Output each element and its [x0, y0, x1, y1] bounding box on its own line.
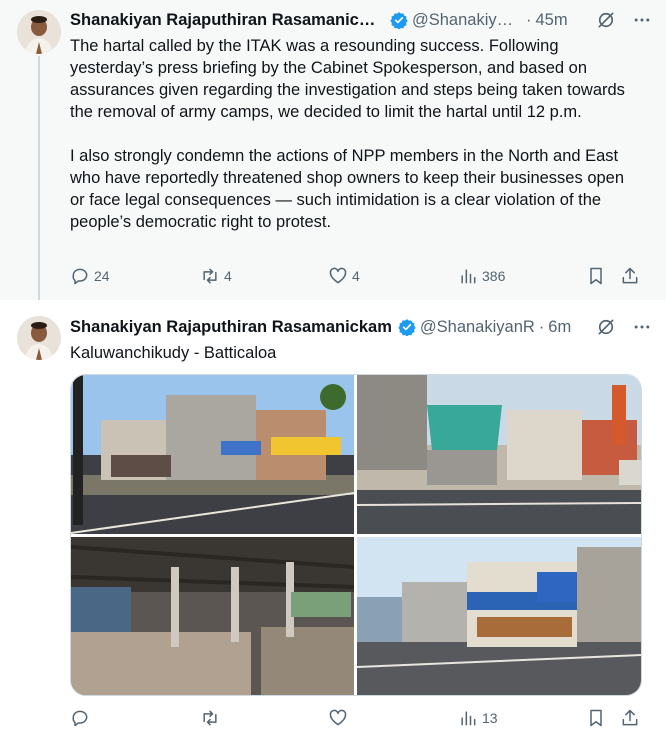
tweet-actions: 13	[70, 708, 640, 732]
repost-button[interactable]	[200, 708, 224, 728]
like-icon	[329, 709, 347, 726]
grok-icon[interactable]	[596, 317, 616, 337]
verified-badge-icon	[390, 12, 408, 29]
bookmark-icon	[590, 709, 602, 727]
photo-market-hall[interactable]	[71, 537, 354, 695]
repost-icon	[203, 268, 217, 284]
like-button[interactable]: 4	[328, 266, 360, 286]
more-icon[interactable]	[632, 317, 652, 337]
views-icon	[461, 269, 476, 284]
separator-dot: ·	[526, 10, 532, 29]
author-handle[interactable]: @ShanakiyanR	[420, 318, 535, 337]
repost-icon	[203, 710, 217, 726]
views-button[interactable]: 13	[458, 708, 498, 728]
like-count: 4	[352, 268, 360, 284]
timestamp[interactable]: 6m	[548, 318, 571, 337]
more-icon[interactable]	[632, 10, 652, 30]
tweet-1[interactable]: Shanakiyan Rajaputhiran Rasamanick… @Sha…	[0, 0, 666, 310]
photo-street-shops-2[interactable]	[357, 375, 641, 534]
reply-button[interactable]	[70, 708, 94, 728]
views-count: 13	[482, 710, 498, 726]
repost-button[interactable]: 4	[200, 266, 232, 286]
views-button[interactable]: 386	[458, 266, 505, 286]
reply-icon	[72, 268, 88, 285]
reply-button[interactable]: 24	[70, 266, 110, 286]
tweet-header: Shanakiyan Rajaputhiran Rasamanickam @Sh…	[70, 316, 652, 338]
timestamp[interactable]: 45m	[536, 11, 568, 30]
photo-corner-building[interactable]	[357, 537, 641, 695]
tweet-actions: 24 4 4 386	[70, 266, 640, 290]
tweet-text: Kaluwanchikudy - Batticaloa	[70, 344, 277, 362]
reply-count: 24	[94, 268, 110, 284]
separator-dot: ·	[538, 317, 545, 336]
photo-street-shops-1[interactable]	[71, 375, 354, 534]
share-button[interactable]	[620, 266, 640, 286]
like-icon	[329, 267, 347, 284]
repost-count: 4	[224, 268, 232, 284]
reply-icon	[72, 710, 88, 727]
bookmark-button[interactable]	[586, 266, 606, 286]
tweet-text: The hartal called by the ITAK was a reso…	[70, 37, 625, 231]
photo-grid[interactable]	[70, 374, 642, 696]
views-count: 386	[482, 268, 506, 284]
author-name[interactable]: Shanakiyan Rajaputhiran Rasamanick…	[70, 11, 384, 30]
like-button[interactable]	[328, 708, 352, 728]
grok-icon[interactable]	[596, 10, 616, 30]
author-handle[interactable]: @Shanakiya…	[412, 11, 522, 30]
share-button[interactable]	[620, 708, 640, 728]
share-icon	[622, 709, 638, 726]
bookmark-icon	[590, 267, 602, 285]
author-name[interactable]: Shanakiyan Rajaputhiran Rasamanickam	[70, 318, 392, 337]
thread-connector-line	[38, 56, 40, 310]
tweet-header: Shanakiyan Rajaputhiran Rasamanick… @Sha…	[70, 9, 652, 31]
author-avatar[interactable]	[17, 316, 61, 360]
bookmark-button[interactable]	[586, 708, 606, 728]
verified-badge-icon	[398, 319, 416, 336]
author-avatar[interactable]	[17, 10, 61, 54]
share-icon	[622, 267, 638, 284]
views-icon	[461, 711, 476, 726]
